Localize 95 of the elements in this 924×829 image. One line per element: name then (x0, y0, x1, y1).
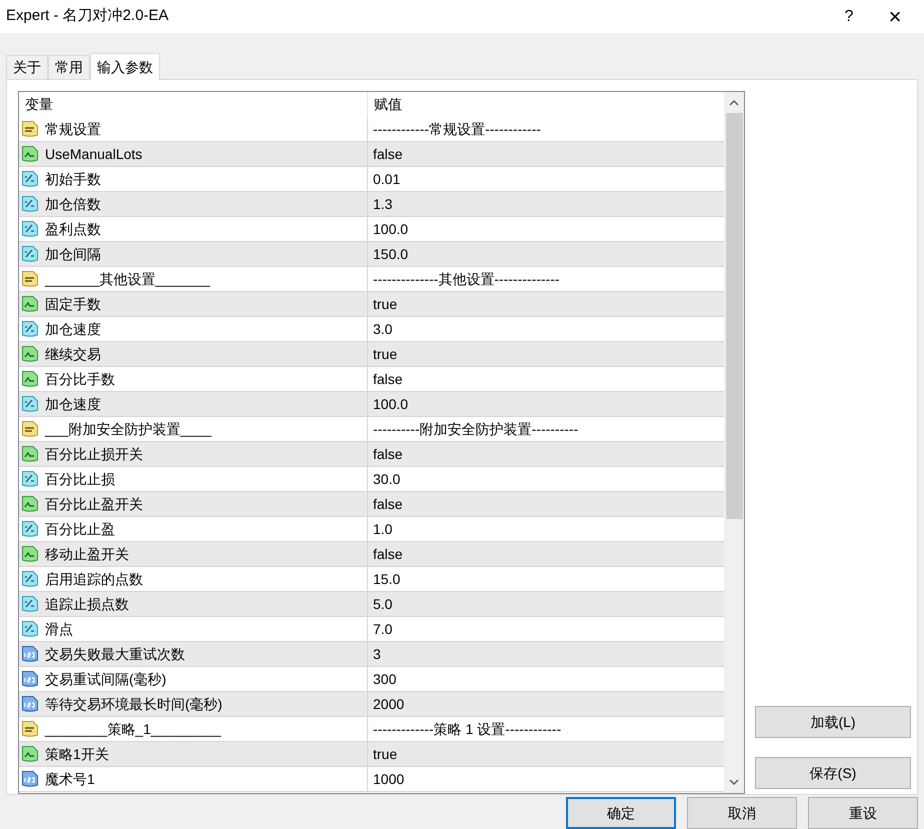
double-type-icon (21, 320, 39, 338)
parameter-value[interactable]: -------------策略 1 设置------------ (373, 718, 562, 740)
int-type-icon (21, 645, 39, 663)
scroll-down-icon[interactable] (729, 778, 739, 786)
parameter-value[interactable]: 100.0 (373, 394, 408, 414)
bool-type-icon (21, 445, 39, 463)
scrollbar-thumb[interactable] (726, 113, 742, 519)
parameter-name: ___附加安全防护装置____ (45, 420, 212, 439)
parameter-value[interactable]: true (373, 744, 398, 764)
parameter-value[interactable]: 3 (373, 644, 381, 664)
parameter-value[interactable]: 30.0 (373, 468, 400, 490)
parameter-value[interactable]: false (373, 494, 403, 514)
parameter-value[interactable]: false (373, 544, 403, 564)
parameter-name: 百分比止损开关 (45, 444, 143, 464)
double-type-icon (21, 570, 39, 588)
double-type-icon (21, 245, 39, 263)
scroll-up-icon[interactable] (729, 99, 739, 107)
parameter-name: ________策略_1_________ (45, 720, 221, 739)
parameter-name: 加仓速度 (45, 320, 101, 338)
dialog-button[interactable]: 重设 (808, 797, 918, 829)
parameter-value[interactable]: --------------其他设置-------------- (373, 268, 560, 290)
bool-type-icon (21, 370, 39, 388)
parameter-value[interactable]: false (373, 444, 403, 464)
parameter-name: 常规设置 (45, 120, 101, 138)
parameter-value[interactable]: 7.0 (373, 618, 392, 640)
parameter-value[interactable]: 15.0 (373, 568, 400, 590)
parameter-name: 追踪止损点数 (45, 594, 129, 614)
bool-type-icon (21, 145, 39, 163)
parameter-name: 百分比止损 (45, 470, 115, 488)
string-type-icon (21, 120, 39, 138)
dialog-button[interactable]: 取消 (687, 797, 797, 829)
parameter-value[interactable]: ----------附加安全防护装置---------- (373, 418, 578, 440)
tab[interactable]: 输入参数 (90, 53, 160, 80)
parameter-name: UseManualLots (45, 144, 142, 164)
parameter-name: 移动止盈开关 (45, 544, 129, 564)
parameter-value[interactable]: true (373, 344, 398, 364)
parameter-value[interactable]: 150.0 (373, 244, 408, 264)
parameter-name: 魔术号1 (45, 770, 95, 788)
parameter-name: 百分比止盈开关 (45, 494, 143, 514)
parameter-name: 盈利点数 (45, 220, 101, 238)
double-type-icon (21, 520, 39, 538)
parameter-name: 交易失败最大重试次数 (45, 644, 185, 664)
parameter-name: 加仓倍数 (45, 194, 101, 214)
parameter-name: 交易重试间隔(毫秒) (45, 670, 166, 689)
int-type-icon (21, 695, 39, 713)
double-type-icon (21, 220, 39, 238)
parameter-name: 百分比止盈 (45, 520, 115, 538)
double-type-icon (21, 470, 39, 488)
parameter-value[interactable]: 1.0 (373, 518, 392, 540)
parameter-name: 滑点 (45, 620, 73, 638)
double-type-icon (21, 595, 39, 613)
window-title: Expert - 名刀对冲2.0-EA (6, 6, 169, 26)
double-type-icon (21, 195, 39, 213)
parameter-name: 继续交易 (45, 344, 101, 364)
dialog-button[interactable]: 确定 (566, 797, 676, 829)
string-type-icon (21, 720, 39, 738)
parameter-value[interactable]: 5.0 (373, 594, 392, 614)
parameter-name: 启用追踪的点数 (45, 570, 143, 588)
side-button[interactable]: 加载(L) (755, 706, 911, 738)
tab[interactable]: 关于 (6, 55, 48, 79)
bool-type-icon (21, 345, 39, 363)
parameter-name: 加仓速度 (45, 394, 101, 414)
parameter-value[interactable]: false (373, 144, 403, 164)
parameter-value[interactable]: 1000 (373, 768, 404, 790)
bool-type-icon (21, 295, 39, 313)
side-button[interactable]: 保存(S) (755, 757, 911, 789)
parameter-value[interactable]: true (373, 294, 398, 314)
double-type-icon (21, 620, 39, 638)
help-button[interactable]: ? (826, 0, 872, 33)
column-header[interactable]: 赋值 (368, 92, 724, 117)
parameter-value[interactable]: 300 (373, 668, 396, 690)
close-button[interactable]: × (872, 0, 918, 33)
parameter-value[interactable]: 0.01 (373, 168, 400, 190)
parameter-name: 固定手数 (45, 294, 101, 314)
scrollbar[interactable] (724, 92, 744, 793)
parameter-value[interactable]: 3.0 (373, 318, 392, 340)
parameter-value[interactable]: 1.3 (373, 194, 392, 214)
parameter-name: 加仓间隔 (45, 244, 101, 264)
parameter-name: 等待交易环境最长时间(毫秒) (45, 694, 222, 714)
string-type-icon (21, 420, 39, 438)
string-type-icon (21, 270, 39, 288)
bool-type-icon (21, 745, 39, 763)
parameter-value[interactable]: 100.0 (373, 218, 408, 240)
parameter-value[interactable]: 2000 (373, 694, 404, 714)
parameter-value[interactable]: false (373, 368, 403, 390)
double-type-icon (21, 170, 39, 188)
parameter-value[interactable]: ------------常规设置------------ (373, 118, 541, 140)
parameter-name: 初始手数 (45, 170, 101, 188)
bool-type-icon (21, 495, 39, 513)
parameter-name: 策略1开关 (45, 744, 109, 764)
parameter-name: _______其他设置_______ (45, 270, 210, 289)
parameter-name: 百分比手数 (45, 370, 115, 388)
double-type-icon (21, 395, 39, 413)
tab[interactable]: 常用 (48, 55, 90, 79)
bool-type-icon (21, 545, 39, 563)
